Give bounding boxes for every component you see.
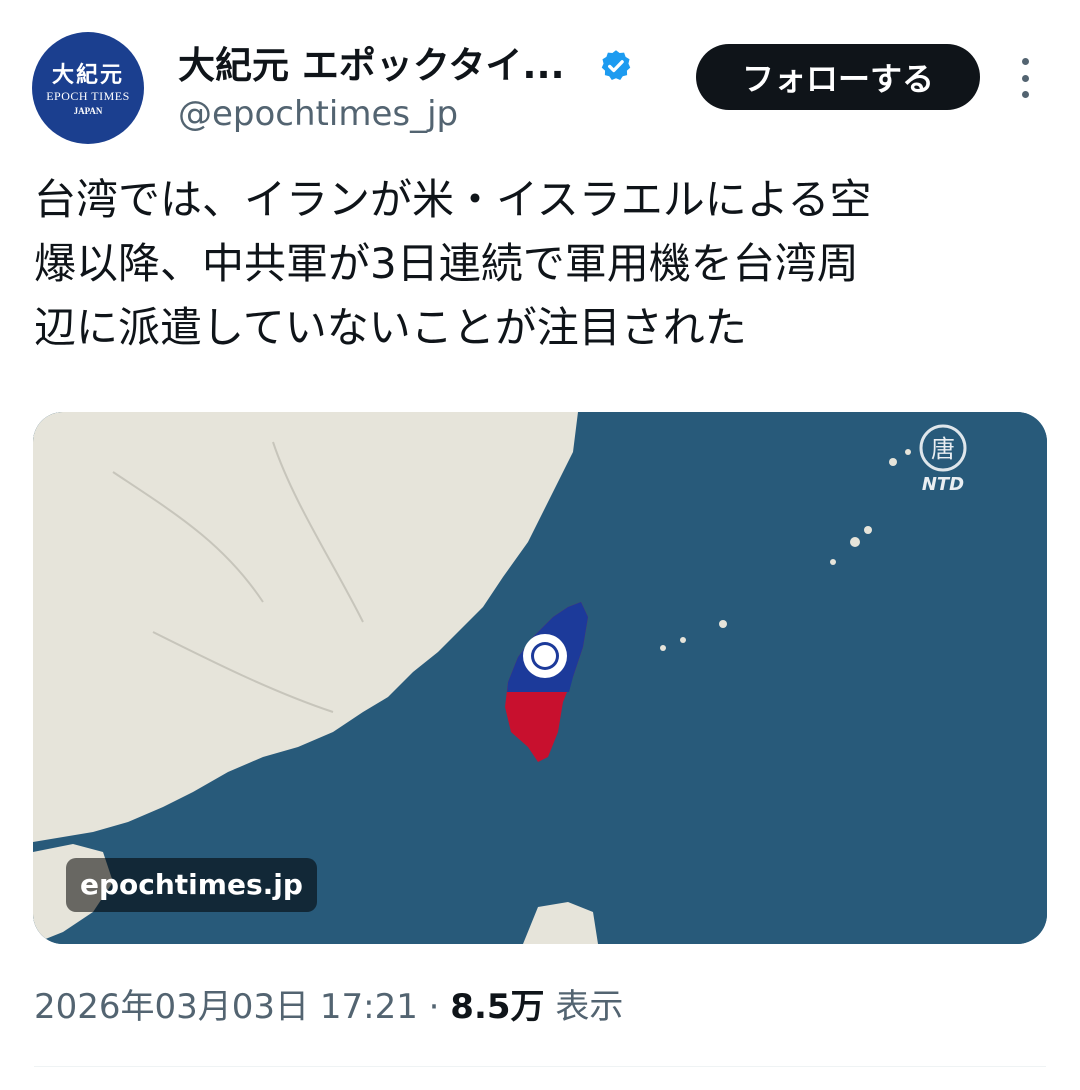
display-name[interactable]: 大紀元 エポックタイ... — [178, 42, 565, 90]
tweet-header: 大紀元 EPOCH TIMES JAPAN 大紀元 エポックタイ... @epo… — [0, 0, 1080, 150]
more-dot — [1021, 91, 1029, 98]
avatar-logo-cjk: 大紀元 — [51, 62, 124, 89]
timestamp[interactable]: 2026年03月03日 17:21 — [34, 987, 418, 1027]
ntd-logo-icon: 唐 NTD — [919, 424, 967, 494]
user-handle[interactable]: @epochtimes_jp — [178, 92, 458, 136]
more-options-icon[interactable] — [1014, 58, 1036, 98]
views-label: 表示 — [555, 987, 624, 1027]
tweet-text: 台湾では、イランが米・イスラエルによる空 爆以降、中共軍が3日連続で軍用機を台湾… — [34, 175, 872, 352]
avatar-logo-en: EPOCH TIMES — [46, 89, 130, 104]
verified-badge-icon — [601, 50, 631, 80]
avatar[interactable]: 大紀元 EPOCH TIMES JAPAN — [32, 32, 144, 144]
media-source-caption: epochtimes.jp — [66, 858, 317, 912]
follow-button[interactable]: フォローする — [696, 44, 980, 110]
divider — [34, 1066, 1046, 1067]
more-dot — [1021, 58, 1029, 65]
avatar-logo-sub: JAPAN — [73, 105, 103, 116]
tweet-meta: 2026年03月03日 17:21 · 8.5万 表示 — [34, 982, 623, 1032]
more-dot — [1021, 74, 1029, 82]
svg-text:唐: 唐 — [931, 435, 955, 463]
views-count[interactable]: 8.5万 — [450, 987, 544, 1027]
ntd-watermark-text: NTD — [922, 474, 964, 494]
meta-separator: · — [428, 987, 440, 1027]
